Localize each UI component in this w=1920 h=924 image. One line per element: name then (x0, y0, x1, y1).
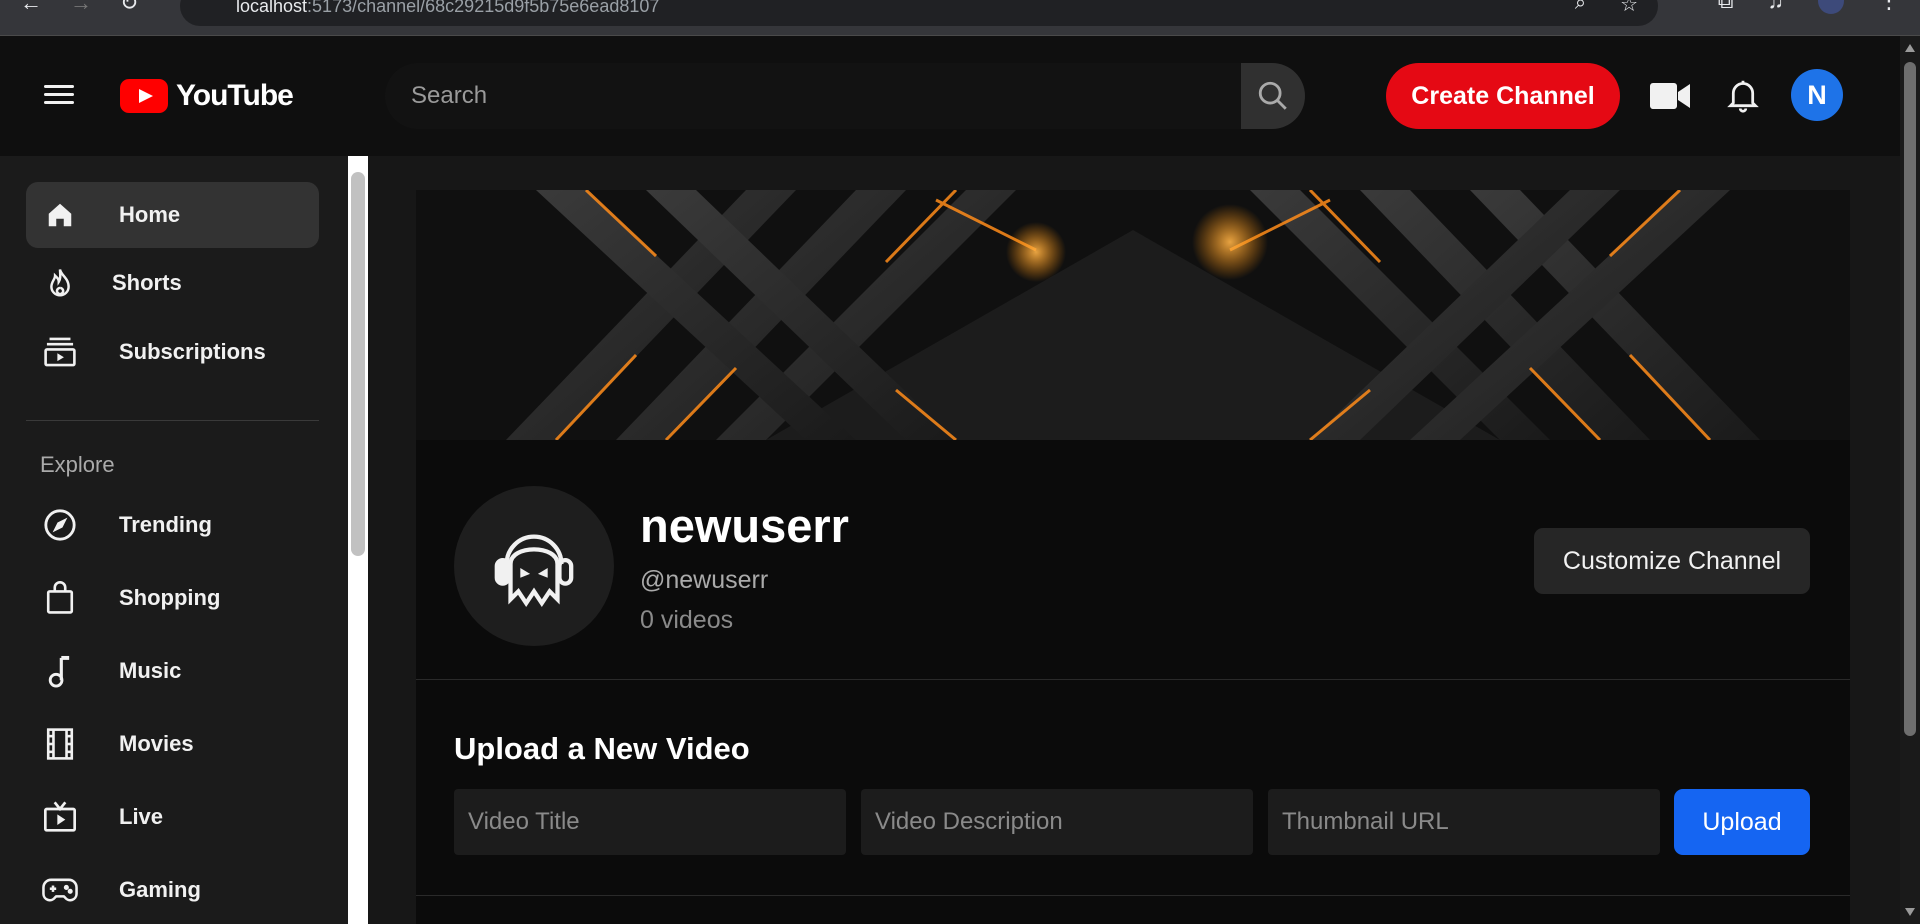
sidebar-item-label: Live (119, 804, 164, 829)
upload-section: Upload a New Video Upload (416, 681, 1850, 896)
search-bar (385, 63, 1305, 129)
sidebar-item-live[interactable]: Live (26, 784, 319, 850)
ghost-headphones-icon (494, 534, 574, 608)
extensions-icon[interactable]: ⧉ (1718, 0, 1734, 14)
channel-banner (416, 190, 1850, 440)
logo-text: YouTube (176, 79, 294, 112)
customize-channel-button[interactable]: Customize Channel (1534, 528, 1810, 594)
media-icon[interactable]: ♫ (1768, 0, 1785, 14)
sidebar-item-label: Movies (119, 731, 194, 756)
thumbnail-url-input[interactable] (1268, 789, 1660, 855)
sidebar-item-trending[interactable]: Trending (26, 492, 319, 558)
bookmark-star-icon[interactable]: ☆ (1620, 0, 1638, 17)
sidebar-item-label: Gaming (119, 877, 201, 902)
sidebar-item-gaming[interactable]: Gaming (26, 857, 319, 923)
music-note-icon (42, 653, 78, 689)
search-input[interactable] (385, 63, 1241, 129)
upload-button[interactable]: Upload (1674, 789, 1810, 855)
film-icon (42, 726, 78, 762)
page-scrollbar-thumb[interactable] (1904, 62, 1916, 736)
browser-extensions: ⧉ ♫ ⋮ (1718, 0, 1900, 14)
video-count: 0 videos (640, 606, 734, 634)
create-channel-button[interactable]: Create Channel (1386, 63, 1620, 129)
zoom-icon[interactable]: ⌕ (1575, 0, 1586, 17)
sidebar-item-label: Subscriptions (119, 339, 266, 364)
live-tv-icon (42, 799, 78, 835)
video-camera-icon[interactable] (1650, 80, 1690, 112)
channel-name: newuserr (640, 499, 849, 552)
browser-profile-avatar[interactable] (1818, 0, 1844, 14)
browser-nav: ← → ↻ (20, 0, 138, 16)
sidebar-scrollbar-thumb[interactable] (351, 172, 365, 556)
sidebar-item-label: Home (119, 202, 181, 227)
sidebar-item-label: Shorts (112, 270, 182, 295)
main-content: newuserr @newuserr 0 videos Customize Ch… (368, 156, 1900, 924)
channel-handle: @newuserr (640, 566, 769, 594)
youtube-logo[interactable]: YouTube (120, 79, 294, 113)
scroll-down-arrow-icon[interactable] (1905, 908, 1915, 916)
notifications-bell-icon[interactable] (1726, 78, 1760, 114)
shopping-bag-icon (42, 580, 78, 616)
subscriptions-icon (42, 334, 78, 370)
browser-menu-icon[interactable]: ⋮ (1878, 0, 1900, 14)
sidebar-item-home[interactable]: Home (26, 182, 319, 248)
sidebar-item-label: Trending (119, 512, 212, 537)
channel-profile: newuserr @newuserr 0 videos Customize Ch… (416, 440, 1850, 680)
video-description-input[interactable] (861, 789, 1253, 855)
sidebar-item-shopping[interactable]: Shopping (26, 565, 319, 631)
youtube-play-icon (120, 79, 168, 113)
page-scrollbar[interactable] (1900, 36, 1920, 924)
sidebar-scrollbar[interactable] (348, 156, 368, 924)
back-icon[interactable]: ← (20, 0, 42, 16)
app-header: YouTube Create Channel N (0, 36, 1900, 156)
search-button[interactable] (1241, 63, 1305, 129)
reload-icon[interactable]: ↻ (120, 0, 138, 16)
sidebar-item-movies[interactable]: Movies (26, 711, 319, 777)
browser-toolbar: ← → ↻ localhost:5173/channel/68c29215d9f… (0, 0, 1920, 36)
compass-icon (42, 507, 78, 543)
address-url[interactable]: localhost:5173/channel/68c29215d9f5b75e6… (236, 0, 659, 17)
sidebar: Home Shorts Subscriptions Explore Trendi… (0, 156, 348, 924)
banner-graphic (416, 190, 1850, 440)
address-bar[interactable]: localhost:5173/channel/68c29215d9f5b75e6… (180, 0, 1658, 26)
omnibox-icons: ⌕ ☆ (1575, 0, 1638, 17)
sidebar-item-music[interactable]: Music (26, 638, 319, 704)
flame-icon (42, 265, 78, 301)
channel-card: newuserr @newuserr 0 videos Customize Ch… (416, 190, 1850, 924)
sidebar-item-subscriptions[interactable]: Subscriptions (26, 319, 319, 385)
forward-icon[interactable]: → (70, 0, 92, 16)
url-host: localhost (236, 0, 308, 16)
home-icon (42, 197, 78, 233)
sidebar-item-label: Shopping (119, 585, 221, 610)
scroll-up-arrow-icon[interactable] (1905, 44, 1915, 52)
user-avatar[interactable]: N (1791, 69, 1843, 121)
sidebar-divider (26, 420, 319, 421)
sidebar-item-label: Music (119, 658, 182, 683)
explore-heading: Explore (40, 452, 115, 477)
upload-title: Upload a New Video (454, 731, 750, 766)
video-title-input[interactable] (454, 789, 846, 855)
channel-avatar (454, 486, 614, 646)
gamepad-icon (42, 872, 78, 908)
url-path: :5173/channel/68c29215d9f5b75e6ead8107 (307, 0, 660, 16)
hamburger-menu-icon[interactable] (42, 80, 76, 114)
sidebar-item-shorts[interactable]: Shorts (26, 250, 319, 316)
search-icon (1258, 81, 1287, 110)
